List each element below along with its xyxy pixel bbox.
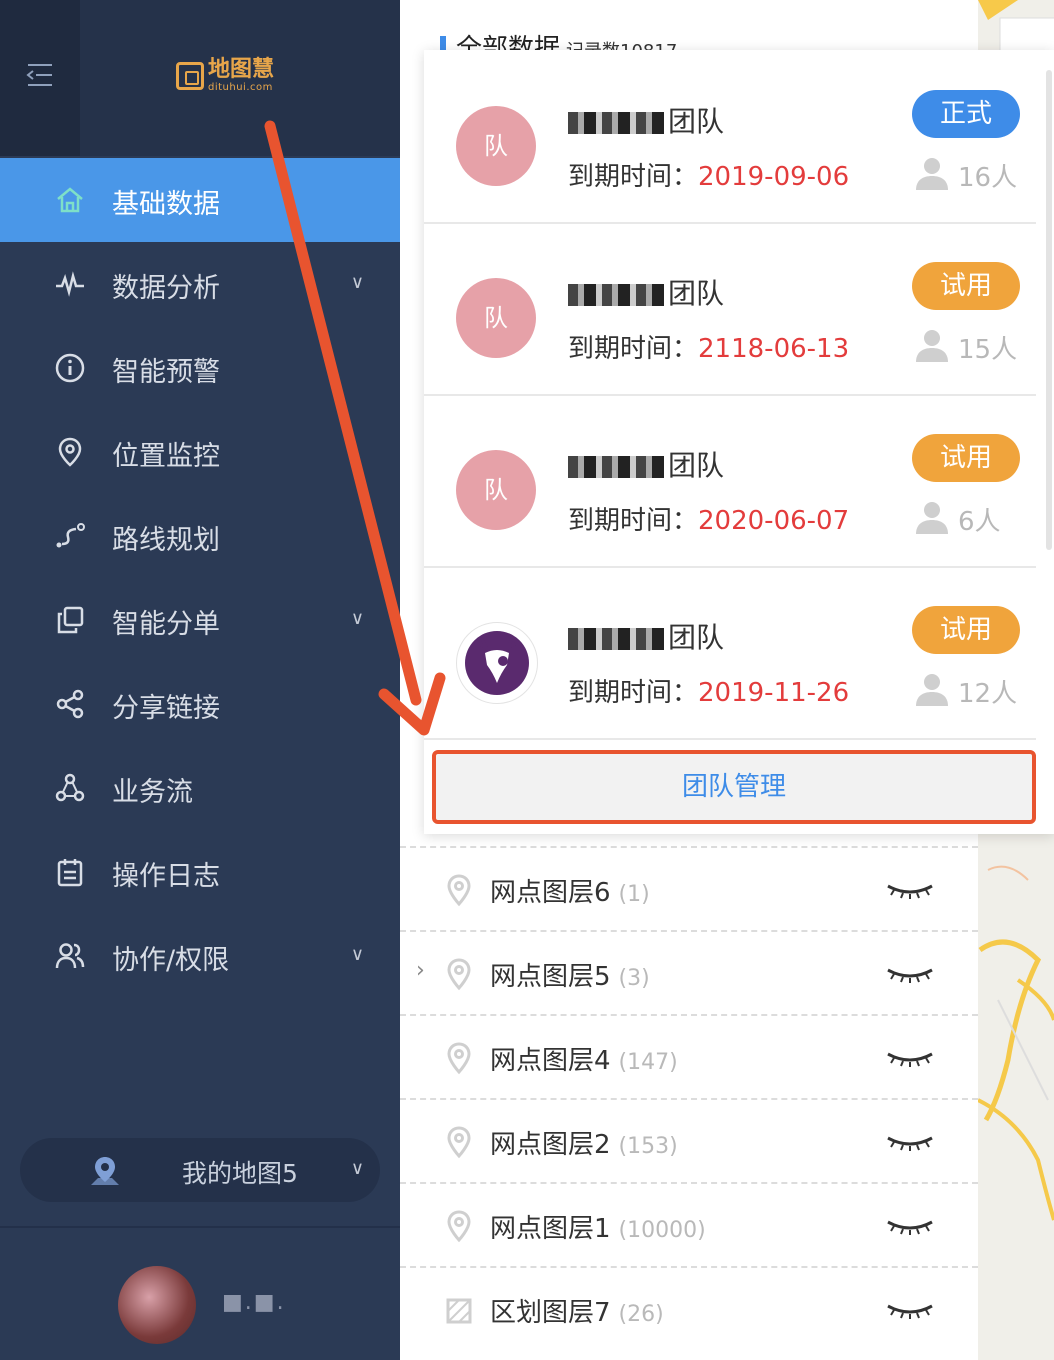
annotation-arrow <box>264 120 446 736</box>
